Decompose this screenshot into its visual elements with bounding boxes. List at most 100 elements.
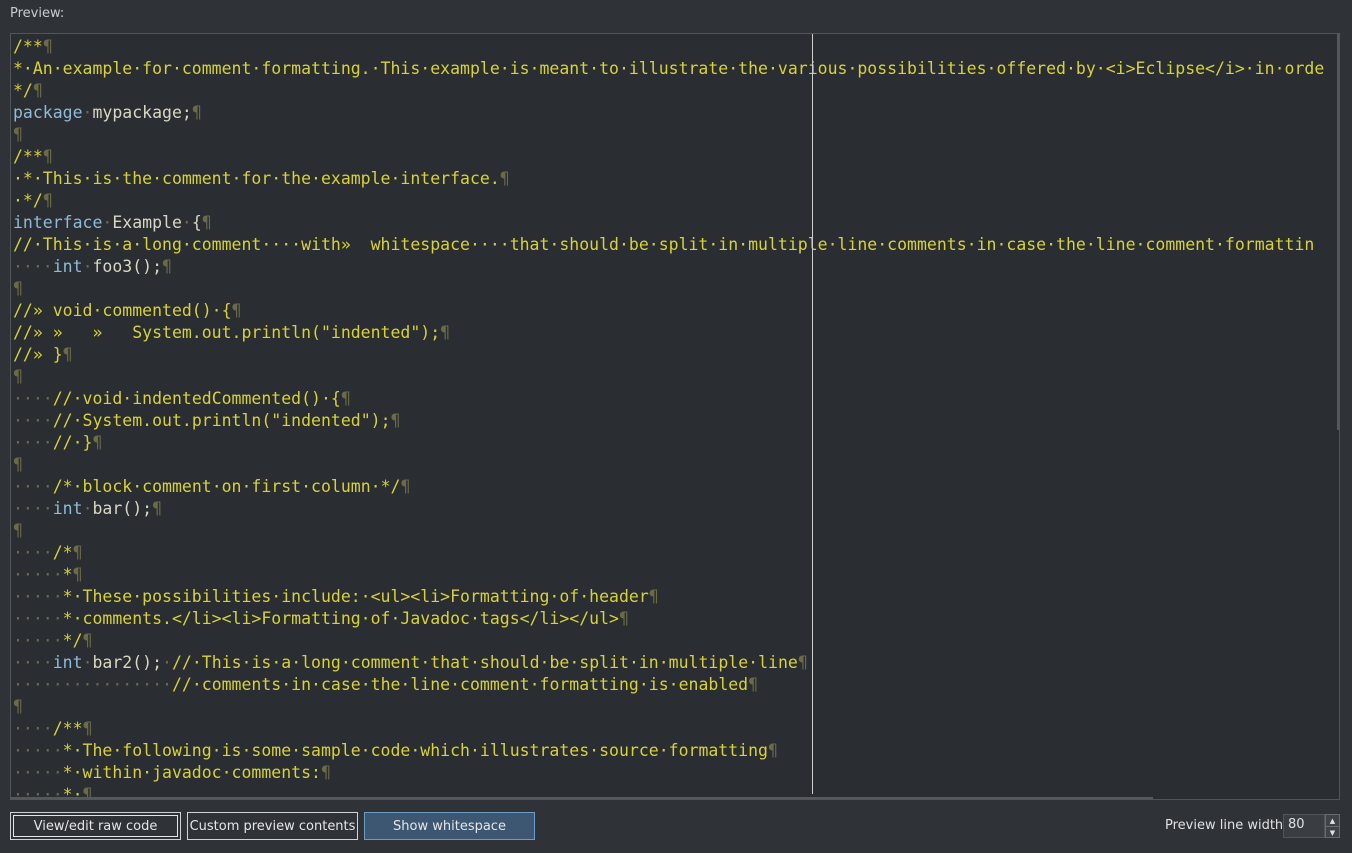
whitespace-marker: ¶: [618, 609, 629, 628]
code-line: ····/**¶: [13, 718, 1339, 740]
preview-label: Preview:: [10, 6, 65, 21]
whitespace-marker: ·····: [13, 741, 63, 760]
whitespace-marker: ¶: [13, 521, 23, 540]
whitespace-marker: ····: [13, 389, 53, 408]
code-line: ····int·bar2();·//·This·is·a·long·commen…: [13, 652, 1339, 674]
code-token: /*: [52, 543, 73, 562]
whitespace-marker: ·: [82, 653, 93, 672]
code-token: //·This·is·a·long·comment·that·should·be…: [171, 653, 798, 672]
whitespace-marker: ····: [13, 653, 53, 672]
whitespace-marker: ·: [82, 257, 93, 276]
whitespace-marker: ¶: [13, 455, 23, 474]
view-edit-raw-code-button[interactable]: View/edit raw code: [10, 812, 181, 840]
code-token: //» }: [13, 345, 63, 364]
whitespace-marker: ¶: [13, 367, 23, 386]
code-line: ················//·comments·in·case·the·…: [13, 674, 1339, 696]
spinner-up-icon[interactable]: ▲: [1326, 815, 1339, 827]
code-line: ·····*·The·following·is·some·sample·code…: [13, 740, 1339, 762]
code-line: ····//·void·indentedCommented()·{¶: [13, 388, 1339, 410]
whitespace-marker: ····: [13, 499, 53, 518]
code-line: interface·Example·{¶: [13, 212, 1339, 234]
whitespace-marker: ····: [13, 257, 53, 276]
whitespace-marker: ¶: [231, 301, 242, 320]
whitespace-marker: ·: [102, 213, 113, 232]
code-token: /**: [13, 147, 43, 166]
whitespace-marker: ¶: [42, 147, 53, 166]
code-line: ¶: [13, 696, 1339, 718]
code-token: Example: [112, 213, 182, 232]
code-line: package·mypackage;¶: [13, 102, 1339, 124]
whitespace-marker: ¶: [499, 169, 510, 188]
code-preview-editor[interactable]: /**¶ *·An·example·for·comment·formatting.…: [10, 33, 1340, 800]
line-width-spinner[interactable]: ▲ ▼: [1325, 814, 1340, 838]
code-line: //·This·is·a·long·comment····with» white…: [13, 234, 1339, 256]
code-line: ····//·}¶: [13, 432, 1339, 454]
code-token: *·comments.</li><li>Formatting·of·Javado…: [62, 609, 619, 628]
horizontal-scrollbar[interactable]: [11, 797, 1153, 799]
whitespace-marker: ¶: [62, 345, 73, 364]
whitespace-marker: ¶: [72, 565, 83, 584]
whitespace-marker: ¶: [201, 213, 212, 232]
preview-line-width-input[interactable]: 80: [1283, 814, 1325, 838]
vertical-scrollbar[interactable]: [1337, 34, 1339, 430]
code-token: //» void·commented()·{: [13, 301, 232, 320]
whitespace-marker: ¶: [13, 697, 23, 716]
code-line: /**¶: [13, 146, 1339, 168]
code-line: ····int·foo3();¶: [13, 256, 1339, 278]
code-token: foo3();: [92, 257, 163, 276]
print-margin-line: [812, 34, 813, 794]
code-token: //·comments·in·case·the·line·comment·for…: [171, 675, 749, 694]
whitespace-marker: ¶: [72, 543, 83, 562]
code-line: ¶: [13, 366, 1339, 388]
view-edit-raw-code-label: View/edit raw code: [33, 818, 158, 834]
code-token: //·}: [52, 433, 93, 452]
whitespace-marker: ····: [13, 543, 53, 562]
custom-preview-contents-button[interactable]: Custom preview contents: [187, 812, 358, 840]
code-content: /**¶ *·An·example·for·comment·formatting.…: [13, 36, 1339, 799]
code-token: mypackage;: [92, 103, 192, 122]
whitespace-marker: ¶: [82, 719, 93, 738]
code-line: ¶: [13, 278, 1339, 300]
spinner-down-icon[interactable]: ▼: [1326, 827, 1339, 838]
code-token: *·An·example·for·comment·formatting.·Thi…: [13, 59, 1325, 78]
code-line: ¶: [13, 454, 1339, 476]
code-line: /**¶: [13, 36, 1339, 58]
whitespace-marker: ¶: [32, 81, 43, 100]
whitespace-marker: ·····: [13, 609, 63, 628]
code-line: ····/*·block·comment·on·first·column·*/¶: [13, 476, 1339, 498]
whitespace-marker: ················: [13, 675, 172, 694]
whitespace-marker: ¶: [162, 257, 172, 276]
code-token: ·*·This·is·the·comment·for·the·example·i…: [13, 169, 500, 188]
whitespace-marker: ¶: [400, 477, 411, 496]
code-token: *: [62, 565, 73, 584]
code-line: ·····*·These·possibilities·include:·<ul>…: [13, 586, 1339, 608]
code-token: int: [52, 653, 83, 672]
whitespace-marker: ¶: [42, 191, 53, 210]
code-line: ····int·bar();¶: [13, 498, 1339, 520]
code-token: /**: [52, 719, 83, 738]
code-line: ¶: [13, 124, 1339, 146]
code-token: //·System.out.println("indented");: [52, 411, 391, 430]
whitespace-marker: ·: [82, 499, 93, 518]
whitespace-marker: ¶: [13, 279, 23, 298]
show-whitespace-toggle[interactable]: Show whitespace: [364, 812, 535, 840]
code-token: //·This·is·a·long·comment····with» white…: [13, 235, 1315, 254]
code-token: *·The·following·is·some·sample·code·whic…: [62, 741, 768, 760]
whitespace-marker: ¶: [648, 587, 659, 606]
code-line: //» }¶: [13, 344, 1339, 366]
whitespace-marker: ····: [13, 477, 53, 496]
code-line: ····/*¶: [13, 542, 1339, 564]
code-token: /*·block·comment·on·first·column·*/: [52, 477, 401, 496]
whitespace-marker: ····: [13, 719, 53, 738]
whitespace-marker: ·····: [13, 763, 63, 782]
code-line: */¶: [13, 80, 1339, 102]
code-line: ¶: [13, 520, 1339, 542]
whitespace-marker: ····: [13, 411, 53, 430]
code-line: ····//·System.out.println("indented");¶: [13, 410, 1339, 432]
whitespace-marker: ¶: [42, 37, 53, 56]
code-line: ·····*·comments.</li><li>Formatting·of·J…: [13, 608, 1339, 630]
whitespace-marker: ¶: [191, 103, 202, 122]
whitespace-marker: ·····: [13, 587, 63, 606]
whitespace-marker: ¶: [92, 433, 103, 452]
code-token: interface: [13, 213, 103, 232]
